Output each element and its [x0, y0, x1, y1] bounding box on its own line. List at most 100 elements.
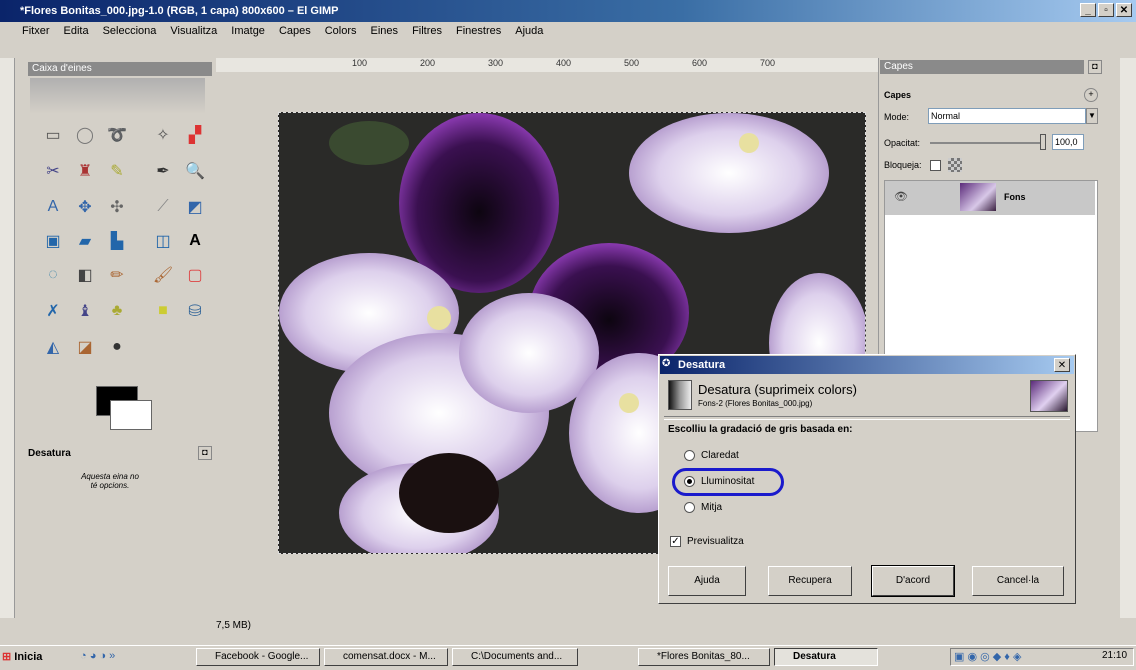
maximize-button[interactable]: ▫	[1098, 3, 1114, 17]
panel-config-icon[interactable]: ◘	[198, 446, 212, 460]
pencil-icon[interactable]: ✏	[104, 262, 130, 288]
menu-windows[interactable]: Finestres	[456, 25, 501, 37]
blur-icon[interactable]: ◭	[40, 334, 66, 360]
lock-label: Bloqueja:	[884, 160, 922, 170]
menu-colors[interactable]: Colors	[325, 25, 357, 37]
menu-layers[interactable]: Capes	[279, 25, 311, 37]
mode-label: Mode:	[884, 112, 910, 122]
opacity-slider-track[interactable]	[930, 142, 1042, 144]
ruler-mark: 100	[352, 58, 368, 68]
start-label: Inicia	[14, 651, 43, 663]
preview-label: Previsualitza	[687, 536, 744, 547]
ellipse-select-icon[interactable]: ◯	[72, 122, 98, 148]
menu-view[interactable]: Visualitza	[170, 25, 217, 37]
window-titlebar: *Flores Bonitas_000.jpg-1.0 (RGB, 1 capa…	[0, 0, 1136, 22]
radio-luminosity-button[interactable]	[684, 476, 695, 487]
blend-icon[interactable]: ◧	[72, 262, 98, 288]
clock: 21:10	[1102, 650, 1128, 661]
paintbrush-icon[interactable]: 🖌	[150, 262, 176, 288]
color-picker-icon[interactable]: ✒	[150, 158, 176, 184]
dialog-titlebar: Desatura	[660, 356, 1074, 374]
radio-lightness[interactable]: Claredat	[684, 450, 739, 461]
rotate-icon[interactable]: ◩	[182, 194, 208, 220]
task-desatura[interactable]: Desatura	[774, 648, 878, 666]
dialog-subtitle: Fons-2 (Flores Bonitas_000.jpg)	[698, 399, 813, 408]
perspective-icon[interactable]: ▙	[104, 228, 130, 254]
menu-tools[interactable]: Eines	[371, 25, 399, 37]
dialog-question: Escolliu la gradació de gris basada en:	[668, 424, 853, 435]
mode-select[interactable]: Normal	[928, 108, 1086, 124]
task-gimp-image[interactable]: *Flores Bonitas_80...	[638, 648, 770, 666]
gimp-icon: ✪	[662, 358, 671, 369]
align-icon[interactable]: ✣	[104, 194, 130, 220]
menu-file[interactable]: Fitxer	[22, 25, 50, 37]
fuzzy-select-icon[interactable]: ✧	[150, 122, 176, 148]
mode-dropdown-icon[interactable]: ▼	[1086, 108, 1098, 124]
menubar: Fitxer Edita Selecciona Visualitza Imatg…	[0, 22, 1136, 40]
dodge-burn-icon[interactable]: ●	[104, 334, 130, 360]
menu-help[interactable]: Ajuda	[515, 25, 543, 37]
cancel-button[interactable]: Cancel·la	[972, 566, 1064, 596]
reset-button[interactable]: Recupera	[768, 566, 852, 596]
heal-icon[interactable]: ■	[150, 298, 176, 324]
ruler-mark: 700	[760, 58, 776, 68]
opacity-slider-handle[interactable]	[1040, 134, 1046, 150]
eraser-icon[interactable]: ▢	[182, 262, 208, 288]
smudge-icon[interactable]: ◪	[72, 334, 98, 360]
scissors-icon[interactable]: ✂	[40, 158, 66, 184]
radio-average-button[interactable]	[684, 502, 695, 513]
lasso-icon[interactable]: ➰	[104, 122, 130, 148]
horizontal-ruler[interactable]: 100 200 300 400 500 600 700	[216, 58, 878, 73]
menu-image[interactable]: Imatge	[231, 25, 265, 37]
menu-filters[interactable]: Filtres	[412, 25, 442, 37]
perspective-clone-icon[interactable]: ⛁	[182, 298, 208, 324]
opacity-input[interactable]: 100,0	[1052, 134, 1084, 150]
move-icon[interactable]: ✥	[72, 194, 98, 220]
paths-icon[interactable]: ✎	[104, 158, 130, 184]
dialog-close-button[interactable]: ✕	[1054, 358, 1070, 372]
ok-button[interactable]: D'acord	[871, 565, 955, 597]
lock-alpha-icon[interactable]	[948, 158, 962, 172]
radio-average[interactable]: Mitja	[684, 502, 722, 513]
text-icon[interactable]: A	[182, 228, 208, 254]
background-color-swatch[interactable]	[110, 400, 152, 430]
ink-icon[interactable]: ♝	[72, 298, 98, 324]
zoom-icon[interactable]: 🔍	[182, 158, 208, 184]
help-button[interactable]: Ajuda	[668, 566, 746, 596]
close-button[interactable]: ✕	[1116, 3, 1132, 17]
window-title: *Flores Bonitas_000.jpg-1.0 (RGB, 1 capa…	[20, 5, 339, 17]
layers-config-icon[interactable]: +	[1084, 88, 1098, 102]
menu-edit[interactable]: Edita	[64, 25, 89, 37]
clone-icon[interactable]: ♣	[104, 298, 130, 324]
task-facebook[interactable]: Facebook - Google...	[196, 648, 320, 666]
crop-icon[interactable]: ⟋	[150, 194, 176, 220]
radio-lightness-button[interactable]	[684, 450, 695, 461]
task-explorer[interactable]: C:\Documents and...	[452, 648, 578, 666]
radio-luminosity[interactable]: Lluminositat	[684, 476, 754, 487]
vertical-ruler[interactable]	[0, 58, 15, 618]
start-button[interactable]: ⊞ Inicia	[2, 648, 66, 666]
preview-checkbox-row[interactable]: ✓ Previsualitza	[670, 536, 744, 547]
lock-pixels-checkbox[interactable]	[930, 160, 941, 171]
foreground-select-icon[interactable]: ♜	[72, 158, 98, 184]
color-select-icon[interactable]: ▞	[182, 122, 208, 148]
scale-icon[interactable]: ▣	[40, 228, 66, 254]
menu-select[interactable]: Selecciona	[103, 25, 157, 37]
shear-icon[interactable]: ▰	[72, 228, 98, 254]
airbrush-icon[interactable]: ✗	[40, 298, 66, 324]
quicklaunch-icons[interactable]: ◔ ◕ ◑ »	[80, 650, 115, 662]
preview-checkbox[interactable]: ✓	[670, 536, 681, 547]
layer-name[interactable]: Fons	[1004, 192, 1026, 202]
bucket-fill-icon[interactable]: ◌	[40, 262, 66, 288]
ruler-mark: 400	[556, 58, 572, 68]
task-word[interactable]: comensat.docx - M...	[324, 648, 448, 666]
eye-icon[interactable]: 👁	[894, 190, 908, 203]
radio-lightness-label: Claredat	[701, 450, 739, 461]
dock-menu-icon[interactable]: ◘	[1088, 60, 1102, 74]
measure-icon[interactable]: A	[40, 194, 66, 220]
tray-icons[interactable]: ▣ ◉ ◎ ◆ ♦ ◈	[954, 650, 1021, 663]
right-scrollbar[interactable]	[1120, 58, 1136, 618]
rect-select-icon[interactable]: ▭	[40, 122, 66, 148]
flip-icon[interactable]: ◫	[150, 228, 176, 254]
minimize-button[interactable]: _	[1080, 3, 1096, 17]
